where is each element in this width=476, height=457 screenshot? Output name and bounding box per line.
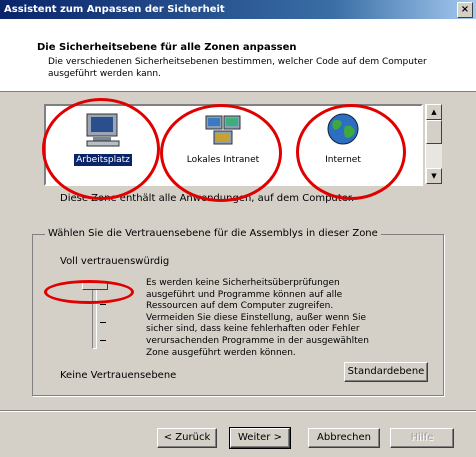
default-level-button[interactable]: Standardebene <box>344 362 428 382</box>
next-button[interactable]: Weiter > <box>229 427 291 449</box>
trust-level-high-label: Voll vertrauenswürdig <box>60 256 170 267</box>
annotation-circle <box>296 104 406 200</box>
annotation-circle <box>42 98 160 200</box>
annotation-circle <box>160 104 282 202</box>
title-bar: Assistent zum Anpassen der Sicherheit × <box>0 0 476 19</box>
zone-scrollbar[interactable]: ▲ ▼ <box>425 104 442 184</box>
security-wizard-dialog: Assistent zum Anpassen der Sicherheit × … <box>0 0 476 457</box>
scroll-thumb[interactable] <box>426 120 442 144</box>
back-button[interactable]: < Zurück <box>157 428 217 448</box>
slider-tick <box>100 304 106 305</box>
header-subtitle: Die verschiedenen Sicherheitsebenen best… <box>48 57 427 79</box>
button-separator <box>0 410 476 412</box>
wizard-header: Die Sicherheitsebene für alle Zonen anpa… <box>0 19 476 92</box>
cancel-button[interactable]: Abbrechen <box>308 428 380 448</box>
scroll-down-button[interactable]: ▼ <box>426 168 442 184</box>
header-title: Die Sicherheitsebene für alle Zonen anpa… <box>37 42 297 53</box>
scroll-up-button[interactable]: ▲ <box>426 104 442 120</box>
window-title: Assistent zum Anpassen der Sicherheit <box>4 4 225 15</box>
slider-tick <box>100 322 106 323</box>
trust-level-description: Es werden keine Sicherheitsüberprüfungen… <box>146 278 369 358</box>
close-button[interactable]: × <box>457 2 473 18</box>
slider-tick <box>100 340 106 341</box>
annotation-ellipse <box>44 280 134 304</box>
trust-level-low-label: Keine Vertrauensebene <box>60 370 177 381</box>
trust-group-title: Wählen Sie die Vertrauensebene für die A… <box>45 228 381 239</box>
help-button: Hilfe <box>390 428 454 448</box>
